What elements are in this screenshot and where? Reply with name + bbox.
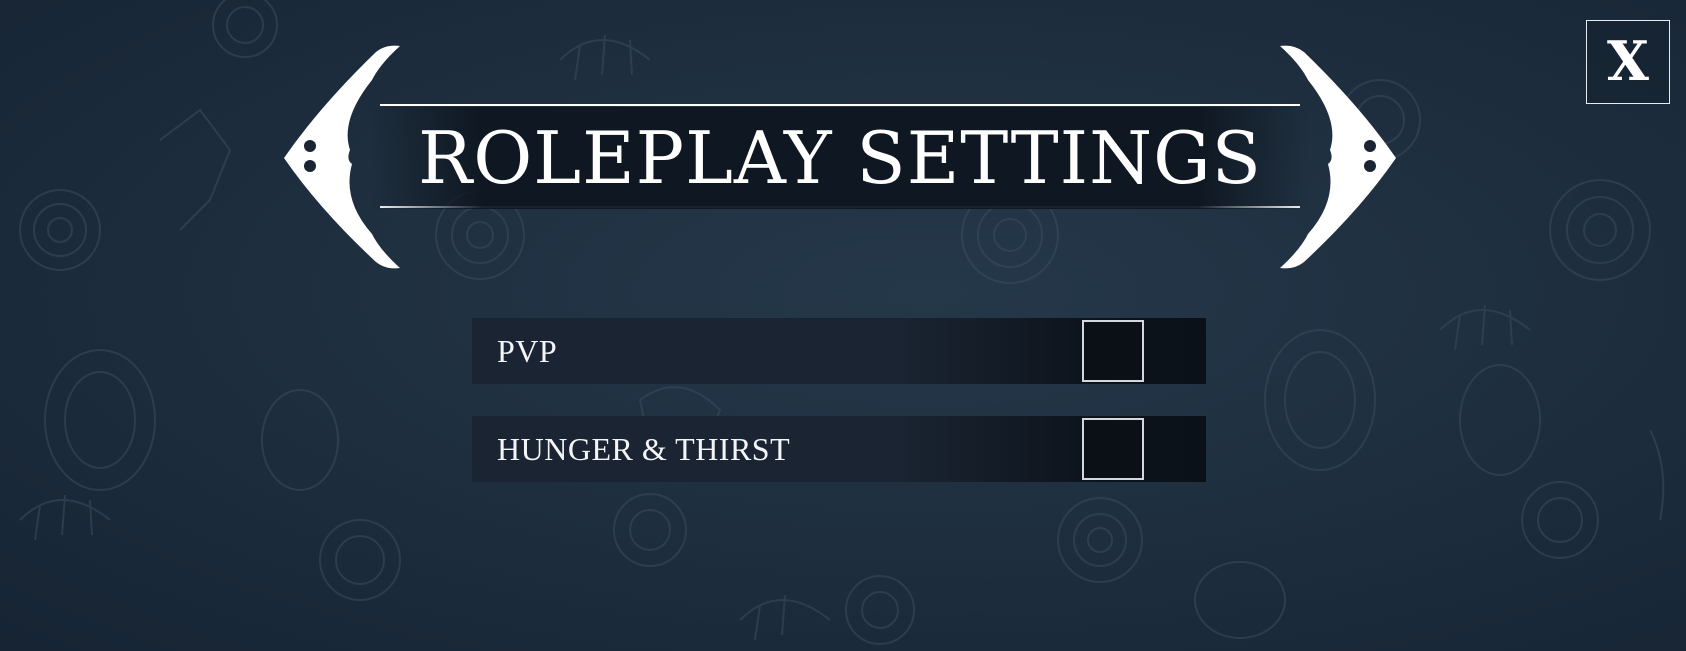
close-icon: X: [1607, 29, 1649, 93]
close-button[interactable]: X: [1586, 20, 1670, 104]
setting-row-pvp: PVP: [472, 318, 1206, 384]
setting-label: HUNGER & THIRST: [497, 431, 791, 467]
page-title: ROLEPLAY SETTINGS: [418, 116, 1262, 200]
hunger-thirst-checkbox[interactable]: [1082, 418, 1144, 480]
setting-label: PVP: [497, 333, 558, 369]
pvp-checkbox[interactable]: [1082, 320, 1144, 382]
setting-row-hunger-thirst: HUNGER & THIRST: [472, 416, 1206, 482]
title-banner: ROLEPLAY SETTINGS: [280, 40, 1400, 276]
